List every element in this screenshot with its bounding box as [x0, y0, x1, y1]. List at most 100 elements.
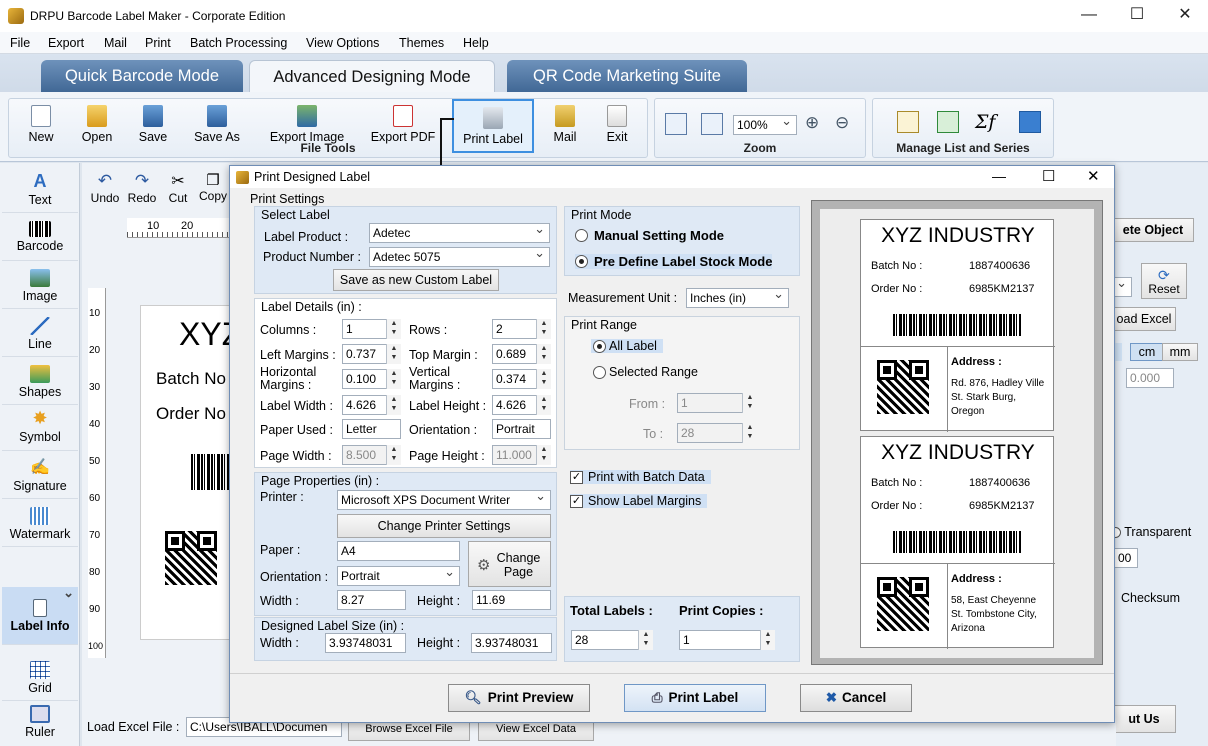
- cut-button[interactable]: ✂ Cut: [164, 171, 192, 205]
- all-label-option[interactable]: All Label: [591, 339, 663, 353]
- delete-object-button[interactable]: ete Object: [1112, 218, 1194, 242]
- tab-qr-code-marketing-suite[interactable]: QR Code Marketing Suite: [507, 60, 747, 94]
- menu-view-options[interactable]: View Options: [306, 36, 379, 50]
- series-icon[interactable]: [1019, 111, 1041, 133]
- hidden-select[interactable]: [1114, 277, 1132, 297]
- show-label-margins-checkbox[interactable]: ✓ Show Label Margins: [570, 494, 708, 508]
- label-product-select[interactable]: Adetec: [369, 223, 550, 243]
- zoom-in-icon[interactable]: ⊕: [805, 113, 819, 133]
- fit-page-icon[interactable]: [701, 113, 723, 135]
- dialog-maximize-icon[interactable]: ☐: [1042, 167, 1055, 185]
- label-width-spinner[interactable]: ▲ ▼: [386, 395, 401, 415]
- unit-cm[interactable]: cm: [1130, 343, 1164, 361]
- printer-select[interactable]: Microsoft XPS Document Writer: [337, 490, 551, 510]
- barcode-tool[interactable]: Barcode: [2, 215, 78, 261]
- product-number-select[interactable]: Adetec 5075: [369, 247, 550, 267]
- signature-tool[interactable]: ✍ Signature: [2, 453, 78, 499]
- label-height-spinner[interactable]: ▲ ▼: [536, 395, 551, 415]
- text-tool[interactable]: A Text: [2, 167, 78, 213]
- undo-button[interactable]: ↶ Undo: [90, 171, 120, 205]
- select-label-panel: Select Label Label Product : Adetec Prod…: [254, 206, 557, 294]
- edit-list-icon[interactable]: [897, 111, 919, 133]
- totals-panel: Total Labels : Print Copies : 28 ▲ ▼ 1 ▲ ▼: [564, 596, 800, 662]
- print-settings-heading: Print Settings: [250, 192, 325, 206]
- print-range-panel: Print Range All Label Selected Range Fro…: [564, 316, 800, 450]
- value-field[interactable]: 0.000: [1126, 368, 1174, 388]
- redo-icon: ↷: [134, 171, 150, 190]
- menu-batch-processing[interactable]: Batch Processing: [190, 36, 287, 50]
- orientation-select[interactable]: Portrait: [337, 566, 460, 586]
- zoom-out-icon[interactable]: ⊖: [835, 113, 849, 133]
- menu-help[interactable]: Help: [463, 36, 489, 50]
- print-with-batch-data-checkbox[interactable]: ✓ Print with Batch Data: [570, 470, 711, 484]
- excel-icon[interactable]: [937, 111, 959, 133]
- symbol-tool[interactable]: ✸ Symbol: [2, 405, 78, 451]
- redo-button[interactable]: ↷ Redo: [126, 171, 158, 205]
- grid-tool[interactable]: Grid: [2, 655, 78, 701]
- paper-used-field[interactable]: Letter: [342, 419, 401, 439]
- pdf-icon: [393, 105, 413, 127]
- label-info-tool[interactable]: Label Info: [2, 585, 78, 645]
- image-tool[interactable]: Image: [2, 263, 78, 309]
- load-excel-button[interactable]: oad Excel: [1112, 307, 1176, 331]
- selected-range-option[interactable]: Selected Range: [591, 365, 698, 379]
- menu-themes[interactable]: Themes: [399, 36, 444, 50]
- unit-in[interactable]: [1114, 343, 1122, 361]
- save-icon: [143, 105, 163, 127]
- orientation-field[interactable]: Portrait: [492, 419, 551, 439]
- ruler-tool[interactable]: Ruler: [2, 699, 78, 745]
- export-image-icon: [297, 105, 317, 127]
- horizontal-margins-spinner[interactable]: ▲ ▼: [386, 369, 401, 389]
- design-label[interactable]: XYZ Batch No Order No: [140, 305, 241, 640]
- print-preview-pane: XYZ INDUSTRY Batch No : 1887400636 Order…: [811, 200, 1103, 665]
- paper-width-field[interactable]: 8.27: [337, 590, 406, 610]
- print-copies-spinner[interactable]: ▲ ▼: [760, 630, 775, 650]
- save-custom-label-button[interactable]: Save as new Custom Label: [333, 269, 499, 291]
- menu-export[interactable]: Export: [48, 36, 84, 50]
- unit-mm[interactable]: mm: [1162, 343, 1198, 361]
- about-us-button[interactable]: ut Us: [1112, 705, 1176, 733]
- maximize-icon[interactable]: ☐: [1114, 0, 1160, 32]
- manual-mode-option[interactable]: Manual Setting Mode: [575, 228, 724, 243]
- change-page-button[interactable]: ⚙ Change Page: [468, 541, 551, 587]
- minimize-icon[interactable]: —: [1066, 0, 1112, 32]
- change-printer-settings-button[interactable]: Change Printer Settings: [337, 514, 551, 538]
- close-icon[interactable]: ✕: [1162, 0, 1208, 32]
- measurement-unit-select[interactable]: Inches (in): [686, 288, 789, 308]
- menu-print[interactable]: Print: [145, 36, 171, 50]
- preview-qr-2: [877, 577, 929, 631]
- top-margin-spinner[interactable]: ▲ ▼: [536, 344, 551, 364]
- vertical-margins-spinner[interactable]: ▲ ▼: [536, 369, 551, 389]
- shapes-tool[interactable]: Shapes: [2, 359, 78, 405]
- print-preview-button[interactable]: 🔍︎ Print Preview: [448, 684, 590, 712]
- dialog-minimize-icon[interactable]: —: [992, 168, 1006, 184]
- tab-quick-barcode-mode[interactable]: Quick Barcode Mode: [41, 60, 243, 94]
- actual-size-icon[interactable]: [665, 113, 687, 135]
- paper-height-field[interactable]: 11.69: [472, 590, 551, 610]
- to-spinner: ▲ ▼: [742, 423, 757, 443]
- watermark-tool[interactable]: Watermark: [2, 501, 78, 547]
- paper-field[interactable]: A4: [337, 541, 460, 561]
- tab-advanced-designing-mode[interactable]: Advanced Designing Mode: [249, 60, 495, 94]
- exit-icon: [607, 105, 627, 127]
- formula-icon[interactable]: Σ𝑓: [975, 111, 995, 133]
- menu-file[interactable]: File: [10, 36, 30, 50]
- designed-width-field[interactable]: 3.93748031: [325, 633, 406, 653]
- transparent-option[interactable]: Transparent: [1110, 525, 1191, 539]
- spin-field[interactable]: 00: [1114, 548, 1138, 568]
- designed-height-field[interactable]: 3.93748031: [471, 633, 552, 653]
- print-icon: ⎙: [651, 690, 663, 705]
- left-margins-spinner[interactable]: ▲ ▼: [386, 344, 401, 364]
- dialog-close-icon[interactable]: ✕: [1087, 167, 1100, 185]
- print-label-dialog-button[interactable]: ⎙ Print Label: [624, 684, 766, 712]
- cancel-button[interactable]: ✖ Cancel: [800, 684, 912, 712]
- predefine-mode-option[interactable]: Pre Define Label Stock Mode: [575, 254, 773, 269]
- total-labels-spinner[interactable]: ▲ ▼: [638, 630, 653, 650]
- rows-spinner[interactable]: ▲ ▼: [536, 319, 551, 339]
- columns-spinner[interactable]: ▲ ▼: [386, 319, 401, 339]
- line-tool[interactable]: Line: [2, 311, 78, 357]
- zoom-select[interactable]: 100%: [733, 115, 797, 135]
- reset-button[interactable]: ⟳ Reset: [1141, 263, 1187, 299]
- copy-button[interactable]: ❐ Copy: [196, 171, 230, 203]
- menu-mail[interactable]: Mail: [104, 36, 127, 50]
